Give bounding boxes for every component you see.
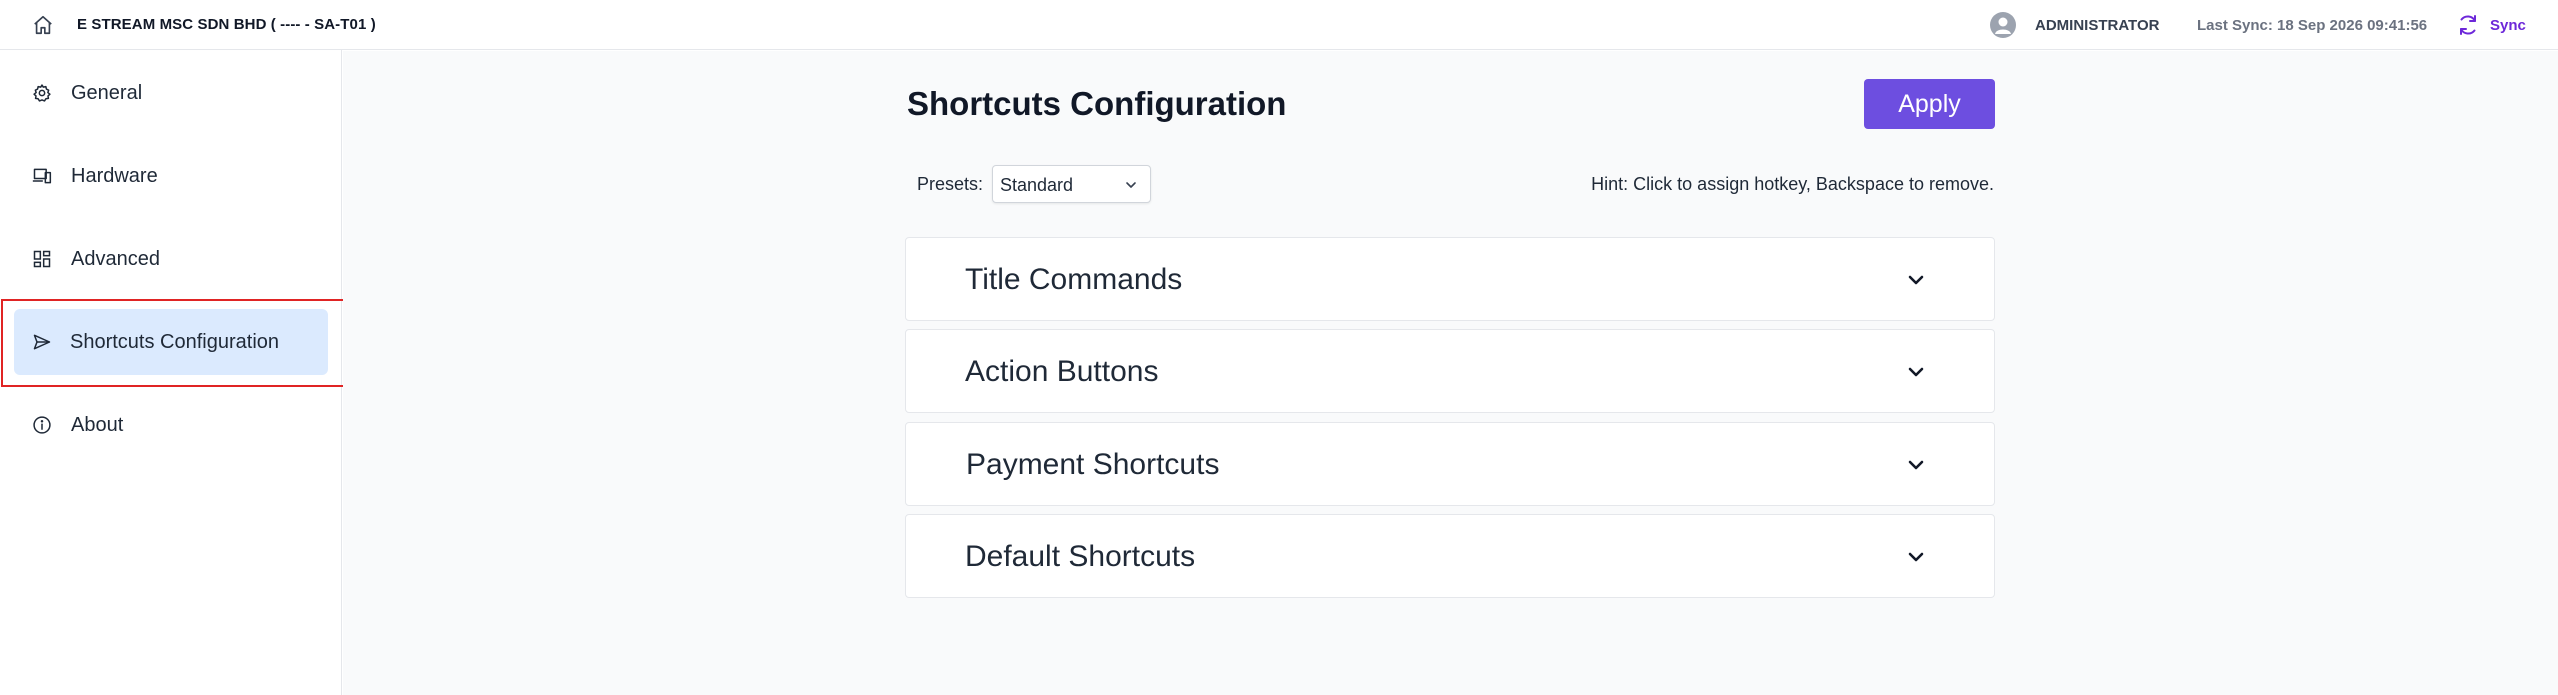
home-icon[interactable]: [32, 14, 54, 36]
sidebar-item-general[interactable]: General: [14, 60, 328, 126]
company-name: E STREAM MSC SDN BHD ( ---- - SA-T01 ): [77, 16, 376, 33]
sync-label: Sync: [2490, 16, 2526, 34]
section-title: Default Shortcuts: [965, 540, 1196, 573]
devices-icon: [32, 168, 52, 184]
section-title: Action Buttons: [965, 355, 1159, 388]
sidebar-item-advanced[interactable]: Advanced: [14, 226, 328, 292]
chevron-down-icon: [1908, 460, 1924, 470]
send-icon: [33, 334, 51, 350]
top-bar: E STREAM MSC SDN BHD ( ---- - SA-T01 ) A…: [0, 0, 2558, 50]
chevron-down-icon: [1126, 182, 1136, 188]
user-name: ADMINISTRATOR: [2035, 17, 2160, 34]
section-payment-shortcuts[interactable]: Payment Shortcuts: [905, 422, 1995, 506]
sidebar-item-label: About: [71, 413, 124, 436]
section-title: Title Commands: [965, 263, 1183, 296]
avatar[interactable]: [1990, 12, 2016, 38]
gear-icon: [33, 84, 51, 102]
chevron-down-icon: [1908, 275, 1924, 285]
apply-button[interactable]: Apply: [1864, 79, 1995, 129]
sidebar-item-label: Advanced: [71, 247, 160, 270]
sidebar-item-label: Hardware: [71, 164, 158, 187]
sidebar-item-label: General: [71, 81, 143, 104]
sidebar-item-label: Shortcuts Configuration: [70, 330, 280, 353]
sync-icon: [2460, 15, 2476, 35]
info-icon: [33, 416, 51, 434]
presets-value: Standard: [1000, 175, 1074, 195]
grid-icon: [33, 250, 51, 268]
presets-label: Presets:: [917, 174, 984, 194]
user-icon: [1995, 17, 2011, 34]
sidebar-item-about[interactable]: About: [14, 392, 328, 458]
chevron-down-icon: [1908, 552, 1924, 562]
sidebar: General Hardware Advanced Shortcuts Conf…: [0, 50, 342, 695]
sidebar-item-hardware[interactable]: Hardware: [14, 143, 328, 209]
chevron-down-icon: [1908, 367, 1924, 377]
page-title: Shortcuts Configuration: [907, 85, 1287, 122]
sidebar-item-shortcuts-configuration[interactable]: Shortcuts Configuration: [14, 309, 328, 375]
section-action-buttons[interactable]: Action Buttons: [905, 329, 1995, 413]
sync-button[interactable]: Sync: [2456, 12, 2526, 38]
last-sync-text: Last Sync: 18 Sep 2026 09:41:56: [2197, 17, 2428, 34]
section-default-shortcuts[interactable]: Default Shortcuts: [905, 514, 1995, 598]
section-title-commands[interactable]: Title Commands: [905, 237, 1995, 321]
section-title: Payment Shortcuts: [966, 448, 1220, 481]
presets-select[interactable]: Standard: [992, 165, 1151, 203]
hint-text: Hint: Click to assign hotkey, Backspace …: [1591, 174, 1994, 194]
